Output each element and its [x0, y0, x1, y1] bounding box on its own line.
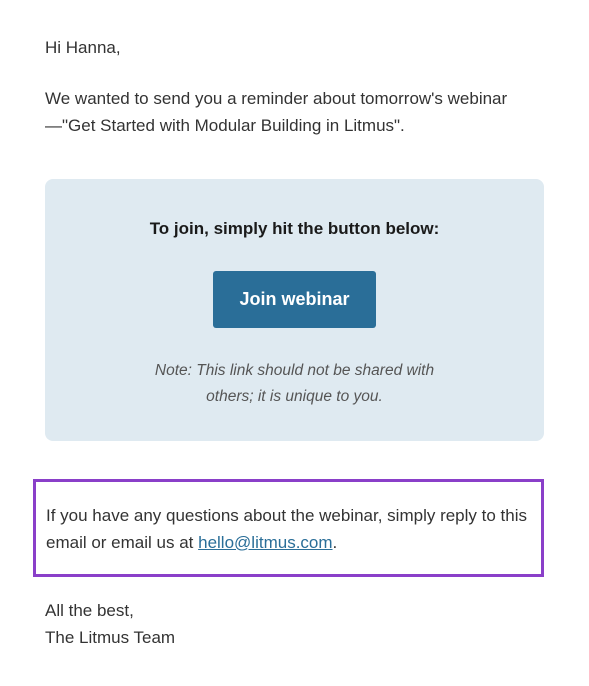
contact-email-link[interactable]: hello@litmus.com: [198, 533, 332, 552]
signoff: All the best, The Litmus Team: [45, 597, 544, 651]
card-note: Note: This link should not be shared wit…: [135, 358, 455, 411]
questions-text: If you have any questions about the webi…: [46, 502, 527, 556]
signoff-line2: The Litmus Team: [45, 628, 175, 647]
join-card: To join, simply hit the button below: Jo…: [45, 179, 544, 441]
card-heading: To join, simply hit the button below:: [95, 219, 494, 239]
highlight-box: If you have any questions about the webi…: [33, 479, 544, 577]
join-webinar-button[interactable]: Join webinar: [213, 271, 375, 328]
intro-text: We wanted to send you a reminder about t…: [45, 85, 544, 139]
signoff-line1: All the best,: [45, 601, 134, 620]
questions-after: .: [333, 533, 338, 552]
greeting-text: Hi Hanna,: [45, 35, 544, 61]
